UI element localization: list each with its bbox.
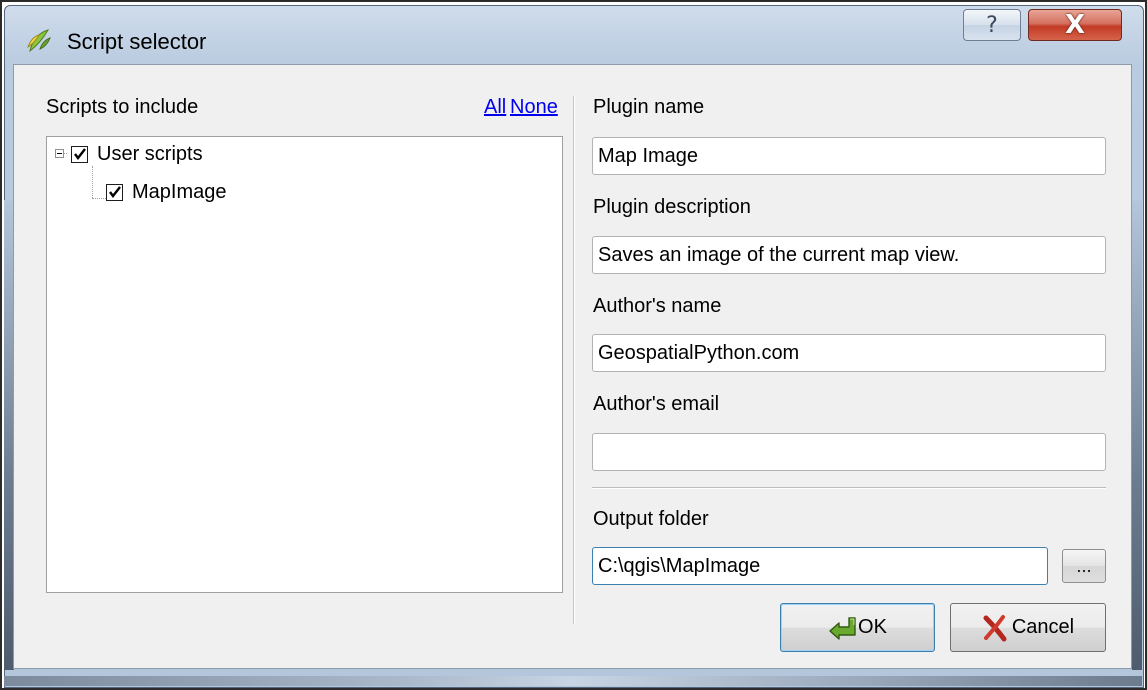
author-email-field[interactable] [592, 433, 1106, 471]
ok-button-label: OK [858, 616, 887, 638]
horizontal-divider [592, 487, 1106, 489]
vertical-divider [573, 96, 575, 624]
window-frame-bottom [4, 676, 1142, 686]
plugin-name-label: Plugin name [593, 96, 705, 118]
mapimage-checkbox[interactable] [106, 184, 123, 201]
tree-item-label: User scripts [97, 143, 203, 165]
select-all-link[interactable]: All [484, 96, 506, 119]
ok-arrow-icon [828, 615, 858, 641]
select-none-link[interactable]: None [510, 96, 558, 119]
output-folder-label: Output folder [593, 508, 709, 530]
cancel-button[interactable]: Cancel [950, 603, 1106, 652]
window-title: Script selector [67, 29, 207, 54]
output-folder-field[interactable]: C:\qgis\MapImage [592, 547, 1048, 585]
author-name-label: Author's name [593, 295, 722, 317]
qgis-icon [26, 27, 52, 53]
plugin-description-field[interactable]: Saves an image of the current map view. [592, 236, 1106, 274]
tree-connector [92, 198, 106, 199]
user-scripts-checkbox[interactable] [71, 146, 88, 163]
help-icon: ? [986, 12, 998, 38]
author-name-field[interactable]: GeospatialPython.com [592, 334, 1106, 372]
plugin-description-label: Plugin description [593, 196, 751, 218]
tree-item-user-scripts[interactable]: User scripts [71, 143, 203, 166]
tree-item-label: MapImage [132, 181, 227, 203]
cancel-button-label: Cancel [1011, 616, 1075, 638]
ok-button[interactable]: OK [780, 603, 935, 652]
plugin-name-field[interactable]: Map Image [592, 137, 1106, 175]
scripts-tree[interactable]: User scripts MapImage [46, 136, 563, 593]
close-icon: X [1064, 10, 1086, 40]
cancel-x-icon [982, 614, 1008, 642]
browse-folder-button[interactable]: ... [1062, 549, 1106, 583]
close-button[interactable]: X [1028, 9, 1122, 41]
help-button[interactable]: ? [963, 9, 1021, 41]
collapse-toggle-icon[interactable] [55, 149, 64, 158]
tree-connector [92, 166, 93, 198]
tree-item-mapimage[interactable]: MapImage [106, 181, 227, 204]
scripts-to-include-label: Scripts to include [46, 96, 199, 118]
author-email-label: Author's email [593, 393, 720, 415]
window-frame-right [1132, 200, 1142, 670]
